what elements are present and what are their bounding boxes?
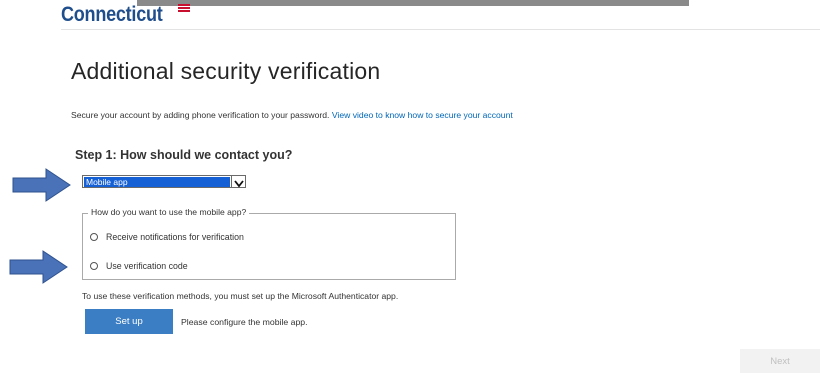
right-arrow-icon — [9, 250, 68, 284]
view-video-link[interactable]: View video to know how to secure your ac… — [332, 110, 513, 120]
mobile-app-options-legend: How do you want to use the mobile app? — [88, 207, 250, 217]
right-arrow-icon — [12, 168, 71, 202]
step-1-title: Step 1: How should we contact you? — [75, 148, 293, 162]
radio-button[interactable] — [90, 262, 98, 270]
option-receive-notifications[interactable]: Receive notifications for verification — [90, 232, 244, 242]
header-divider — [61, 29, 820, 30]
configure-message: Please configure the mobile app. — [181, 317, 308, 327]
next-button[interactable]: Next — [740, 349, 820, 373]
dropdown-button[interactable] — [231, 176, 245, 188]
intro-description: Secure your account by adding phone veri… — [71, 110, 332, 120]
brand-logo: Connecticut — [61, 3, 163, 26]
contact-method-selected-value: Mobile app — [84, 177, 230, 187]
option-label: Receive notifications for verification — [106, 232, 244, 242]
option-label: Use verification code — [106, 261, 188, 271]
set-up-button[interactable]: Set up — [85, 309, 173, 334]
contact-method-select[interactable]: Mobile app — [82, 175, 246, 188]
intro-text: Secure your account by adding phone veri… — [71, 110, 513, 120]
option-use-verification-code[interactable]: Use verification code — [90, 261, 188, 271]
authenticator-note: To use these verification methods, you m… — [82, 291, 399, 301]
page-title: Additional security verification — [71, 58, 381, 84]
chevron-down-icon — [234, 180, 244, 188]
flag-icon — [178, 4, 190, 12]
radio-button[interactable] — [90, 233, 98, 241]
